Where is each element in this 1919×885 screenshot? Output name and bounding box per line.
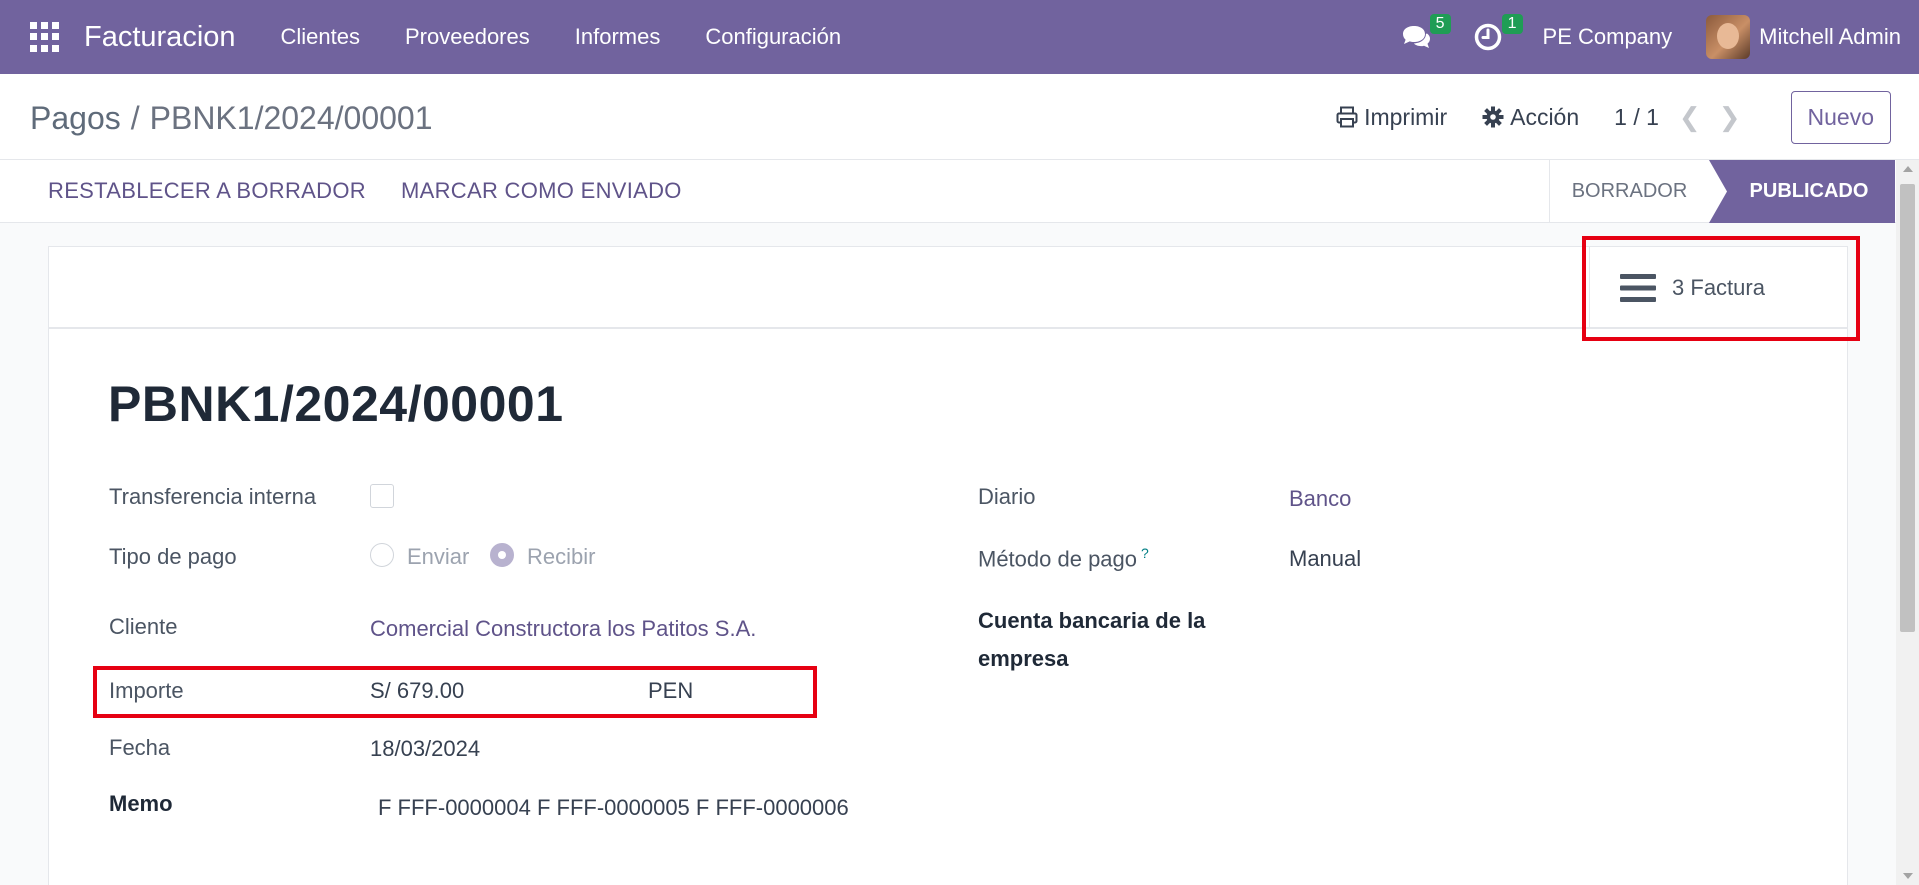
customer-link[interactable]: Comercial Constructora los Patitos S.A. (370, 616, 756, 642)
print-button[interactable]: Imprimir (1336, 104, 1447, 131)
new-button[interactable]: Nuevo (1790, 90, 1891, 144)
payment-type-label: Tipo de pago (109, 544, 237, 569)
breadcrumb-separator: / (130, 100, 140, 136)
payment-type-send-radio[interactable] (370, 543, 394, 567)
activities-count-badge: 1 (1501, 14, 1523, 34)
messages-count-badge: 5 (1429, 14, 1451, 34)
app-name[interactable]: Facturacion (84, 21, 236, 54)
payment-method-label: Método de pago? (978, 545, 1149, 572)
pager-previous-icon[interactable]: ❮ (1679, 102, 1701, 133)
payment-type-receive-label: Recibir (527, 544, 596, 569)
gear-icon (1482, 106, 1504, 128)
mark-as-sent-button[interactable]: MARCAR COMO ENVIADO (401, 178, 682, 204)
record-title: PBNK1/2024/00001 (108, 376, 564, 432)
control-panel-actions: Imprimir Acción 1 / 1 ❮ ❯ Nuevo (1336, 74, 1919, 160)
internal-transfer-checkbox[interactable] (370, 484, 394, 508)
control-panel: Pagos / PBNK1/2024/00001 Imprimir Acción… (0, 74, 1919, 160)
date-value: 18/03/2024 (370, 736, 481, 761)
payment-method-value: Manual (1289, 546, 1362, 571)
user-avatar[interactable] (1706, 15, 1751, 59)
scroll-up-icon[interactable] (1903, 166, 1913, 172)
scrollbar-thumb[interactable] (1900, 184, 1915, 632)
menu-item-proveedores[interactable]: Proveedores (405, 24, 530, 50)
smart-button-box: 3 Factura (49, 247, 1847, 329)
breadcrumb-parent[interactable]: Pagos (30, 100, 121, 136)
memo-value: F FFF-0000004 F FFF-0000005 F FFF-000000… (378, 795, 849, 820)
payment-type-send-label: Enviar (407, 544, 470, 569)
journal-link[interactable]: Banco (1289, 486, 1351, 512)
clock-icon (1474, 23, 1501, 51)
menu-item-clientes[interactable]: Clientes (281, 24, 360, 50)
smart-button-highlight (1582, 236, 1860, 341)
breadcrumb-current: PBNK1/2024/00001 (149, 100, 433, 136)
internal-transfer-label: Transferencia interna (109, 484, 317, 509)
pager-next-icon[interactable]: ❯ (1719, 102, 1741, 133)
memo-label: Memo (109, 791, 173, 816)
date-label: Fecha (109, 735, 171, 760)
payment-type-receive-radio[interactable] (490, 543, 514, 567)
status-posted[interactable]: PUBLICADO (1709, 160, 1895, 223)
vertical-scrollbar[interactable] (1896, 160, 1919, 885)
journal-label: Diario (978, 484, 1036, 509)
top-navbar: Facturacion Clientes Proveedores Informe… (0, 0, 1919, 74)
form-statusbar: RESTABLECER A BORRADOR MARCAR COMO ENVIA… (0, 160, 1919, 223)
print-label: Imprimir (1364, 103, 1448, 130)
status-draft[interactable]: BORRADOR (1549, 160, 1709, 223)
action-button[interactable]: Acción (1482, 104, 1579, 131)
chat-icon (1402, 26, 1430, 48)
user-menu[interactable]: Mitchell Admin (1759, 24, 1901, 50)
apps-menu-icon[interactable] (30, 22, 60, 52)
main-menu: Clientes Proveedores Informes Configurac… (281, 24, 887, 50)
help-tooltip-icon[interactable]: ? (1141, 545, 1149, 561)
form-sheet: 3 Factura PBNK1/2024/00001 Transferencia… (48, 246, 1848, 885)
payment-method-label-text: Método de pago (978, 546, 1138, 572)
customer-label: Cliente (109, 614, 178, 639)
activities-button[interactable]: 1 (1471, 14, 1523, 54)
amount-highlight (93, 666, 817, 718)
scroll-down-icon[interactable] (1903, 873, 1913, 879)
company-switcher[interactable]: PE Company (1543, 24, 1673, 50)
pager-value[interactable]: 1 / 1 (1614, 104, 1659, 131)
action-label: Acción (1510, 103, 1580, 130)
company-bank-account-label: Cuenta bancaria de la empresa (978, 608, 1206, 671)
menu-item-configuracion[interactable]: Configuración (705, 24, 841, 50)
messages-button[interactable]: 5 (1399, 14, 1451, 54)
reset-to-draft-button[interactable]: RESTABLECER A BORRADOR (48, 178, 366, 204)
print-icon (1336, 106, 1358, 128)
breadcrumb: Pagos / PBNK1/2024/00001 (30, 100, 433, 137)
systray: 5 1 PE Company Mitchell Admin (1399, 0, 1901, 74)
menu-item-informes[interactable]: Informes (575, 24, 661, 50)
